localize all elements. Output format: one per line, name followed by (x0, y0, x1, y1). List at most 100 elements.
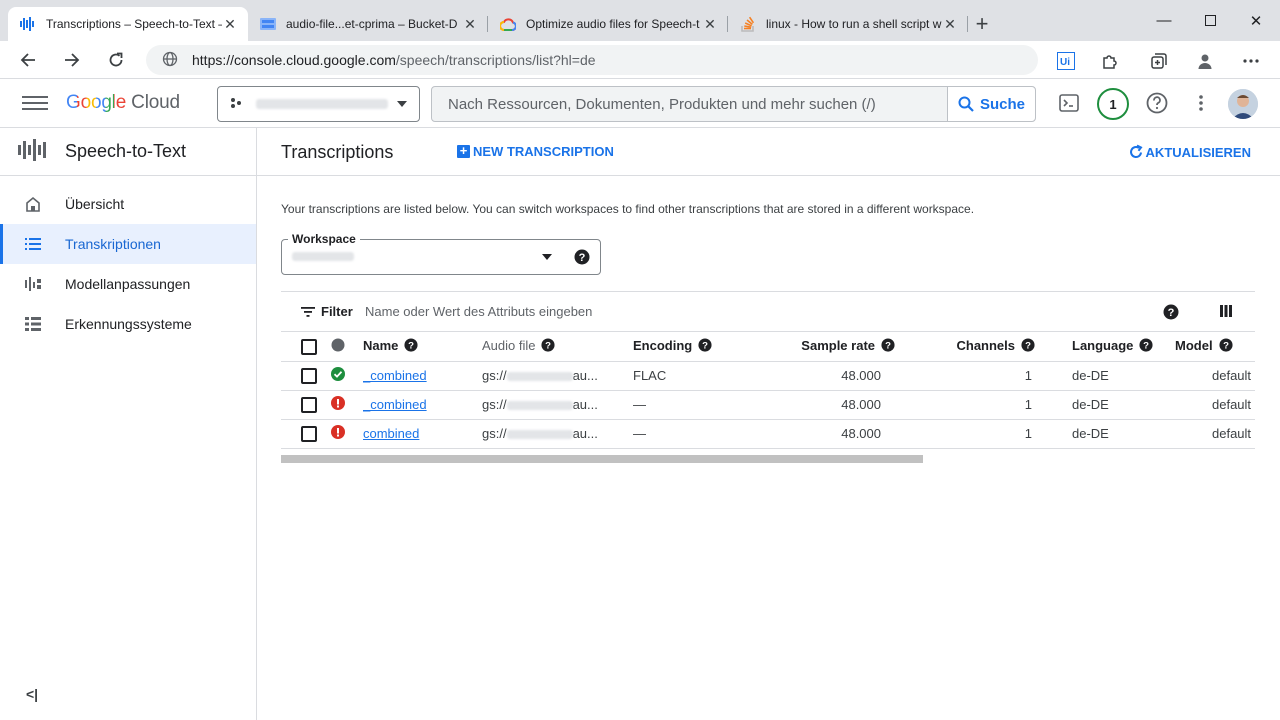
horizontal-scrollbar[interactable] (281, 455, 923, 463)
help-icon[interactable]: ? (404, 338, 418, 355)
collapse-sidebar-icon[interactable]: <| (26, 686, 38, 702)
minimize-icon[interactable]: — (1141, 0, 1187, 41)
help-icon[interactable]: ? (1139, 338, 1153, 355)
svg-text:?: ? (1025, 340, 1031, 351)
column-header-sample-rate[interactable]: Sample rate? (771, 332, 895, 362)
close-icon[interactable]: ✕ (942, 16, 958, 32)
transcriptions-table: Name? Audio file? Encoding? Sample rate?… (281, 332, 1255, 449)
notifications-badge[interactable]: 1 (1097, 88, 1129, 120)
filter-button[interactable]: Filter (301, 304, 353, 319)
channels-cell: 1 (895, 390, 1035, 420)
column-header-encoding[interactable]: Encoding? (633, 332, 771, 362)
select-all-checkbox[interactable] (301, 338, 317, 355)
extensions-puzzle-icon[interactable] (1098, 49, 1122, 73)
help-icon[interactable]: ? (698, 338, 712, 355)
new-tab-button[interactable]: + (968, 7, 996, 41)
status-column-icon (331, 338, 345, 355)
uipath-extension-icon[interactable]: Ui (1054, 49, 1078, 73)
menu-icon[interactable] (22, 93, 48, 113)
logo-google: Google (66, 92, 127, 113)
avatar[interactable] (1228, 89, 1258, 119)
close-icon[interactable]: ✕ (702, 16, 718, 32)
new-transcription-button[interactable]: + NEW TRANSCRIPTION (457, 144, 614, 159)
home-icon (24, 195, 42, 213)
row-checkbox[interactable] (301, 367, 317, 384)
browser-tab-transcriptions[interactable]: Transcriptions – Speech-to-Text – ✕ (8, 7, 248, 41)
transcription-name-link[interactable]: _combined (363, 368, 427, 383)
column-header-language[interactable]: Language? (1072, 332, 1175, 362)
workspace-select[interactable]: Workspace ? (281, 232, 601, 275)
globe-icon (162, 51, 178, 70)
tab-title: linux - How to run a shell script w (766, 17, 942, 31)
svg-text:?: ? (1223, 340, 1229, 351)
forward-icon[interactable] (58, 46, 86, 74)
reload-icon[interactable] (102, 46, 130, 74)
transcription-name-link[interactable]: combined (363, 426, 419, 441)
cloud-shell-icon[interactable] (1057, 91, 1081, 115)
project-icon (230, 97, 242, 112)
help-icon[interactable]: ? (1021, 338, 1035, 355)
help-icon[interactable] (1145, 91, 1169, 115)
column-header-name[interactable]: Name? (363, 332, 482, 362)
url-field[interactable]: https://console.cloud.google.com/speech/… (146, 45, 1038, 75)
refresh-button[interactable]: AKTUALISIEREN (1128, 144, 1251, 160)
more-vert-icon[interactable] (1189, 91, 1213, 115)
help-icon[interactable]: ? (1163, 304, 1179, 323)
sidebar-item-overview[interactable]: Übersicht (0, 184, 256, 224)
column-header-channels[interactable]: Channels? (895, 332, 1035, 362)
filter-label: Filter (321, 304, 353, 319)
sidebar-item-recognizers[interactable]: Erkennungssysteme (0, 304, 256, 344)
close-icon[interactable]: ✕ (222, 16, 238, 32)
sidebar-item-transcriptions[interactable]: Transkriptionen (0, 224, 256, 264)
help-icon[interactable]: ? (541, 338, 556, 355)
search-button[interactable]: Suche (947, 87, 1035, 121)
row-checkbox[interactable] (301, 396, 317, 413)
browser-tab-stackoverflow[interactable]: linux - How to run a shell script w ✕ (728, 7, 968, 41)
audio-file-redacted (506, 372, 573, 382)
column-header-model[interactable]: Model? (1175, 332, 1255, 362)
help-icon[interactable]: ? (1219, 338, 1233, 355)
table-row[interactable]: _combined gs:// au... FLAC 48.000 1 de-DE… (281, 361, 1255, 391)
filter-input[interactable]: Name oder Wert des Attributs eingeben (365, 304, 592, 319)
transcription-name-link[interactable]: _combined (363, 397, 427, 412)
back-icon[interactable] (14, 46, 42, 74)
google-cloud-logo[interactable]: Google Cloud (66, 92, 180, 114)
logo-cloud: Cloud (131, 92, 180, 113)
more-menu-icon[interactable] (1239, 49, 1263, 73)
encoding-cell: — (633, 419, 771, 449)
column-display-options-icon[interactable] (1219, 304, 1233, 321)
table-row[interactable]: _combined gs:// au... — 48.000 1 de-DE de… (281, 390, 1255, 420)
help-icon[interactable]: ? (574, 249, 590, 268)
close-icon[interactable]: ✕ (462, 16, 478, 32)
browser-tab-bucket[interactable]: audio-file...et-cprima – Bucket-D ✕ (248, 7, 488, 41)
channels-cell: 1 (895, 419, 1035, 449)
browser-tab-bar: Transcriptions – Speech-to-Text – ✕ audi… (0, 0, 1280, 41)
row-checkbox[interactable] (301, 425, 317, 442)
column-header-audio-file[interactable]: Audio file? (482, 332, 633, 362)
sidebar-item-model-adaptation[interactable]: Modellanpassungen (0, 264, 256, 304)
success-check-icon (331, 367, 345, 384)
error-icon (331, 396, 345, 413)
audio-file-suffix: au... (572, 426, 598, 441)
profile-icon[interactable] (1193, 49, 1217, 73)
project-selector[interactable] (217, 86, 420, 122)
error-icon (331, 425, 345, 442)
add-box-icon: + (457, 144, 470, 158)
maximize-icon[interactable] (1187, 0, 1233, 41)
speech-to-text-icon (18, 139, 47, 164)
model-cell: default (1175, 419, 1255, 449)
encoding-cell: — (633, 390, 771, 420)
audio-file-prefix: gs:// (482, 397, 507, 412)
url-path: /speech/transcriptions/list?hl=de (395, 52, 596, 68)
help-icon[interactable]: ? (881, 338, 895, 355)
project-name-redacted (256, 99, 388, 109)
svg-text:?: ? (1168, 307, 1175, 319)
collections-icon[interactable] (1147, 49, 1171, 73)
browser-tab-optimize[interactable]: Optimize audio files for Speech-t ✕ (488, 7, 728, 41)
model-cell: default (1175, 361, 1255, 391)
table-row[interactable]: combined gs:// au... — 48.000 1 de-DE def… (281, 419, 1255, 449)
sidebar-item-label: Transkriptionen (65, 236, 161, 252)
search-input[interactable]: Nach Ressourcen, Dokumenten, Produkten u… (432, 87, 947, 121)
window-close-icon[interactable]: ✕ (1233, 0, 1279, 41)
channels-cell: 1 (895, 361, 1035, 391)
